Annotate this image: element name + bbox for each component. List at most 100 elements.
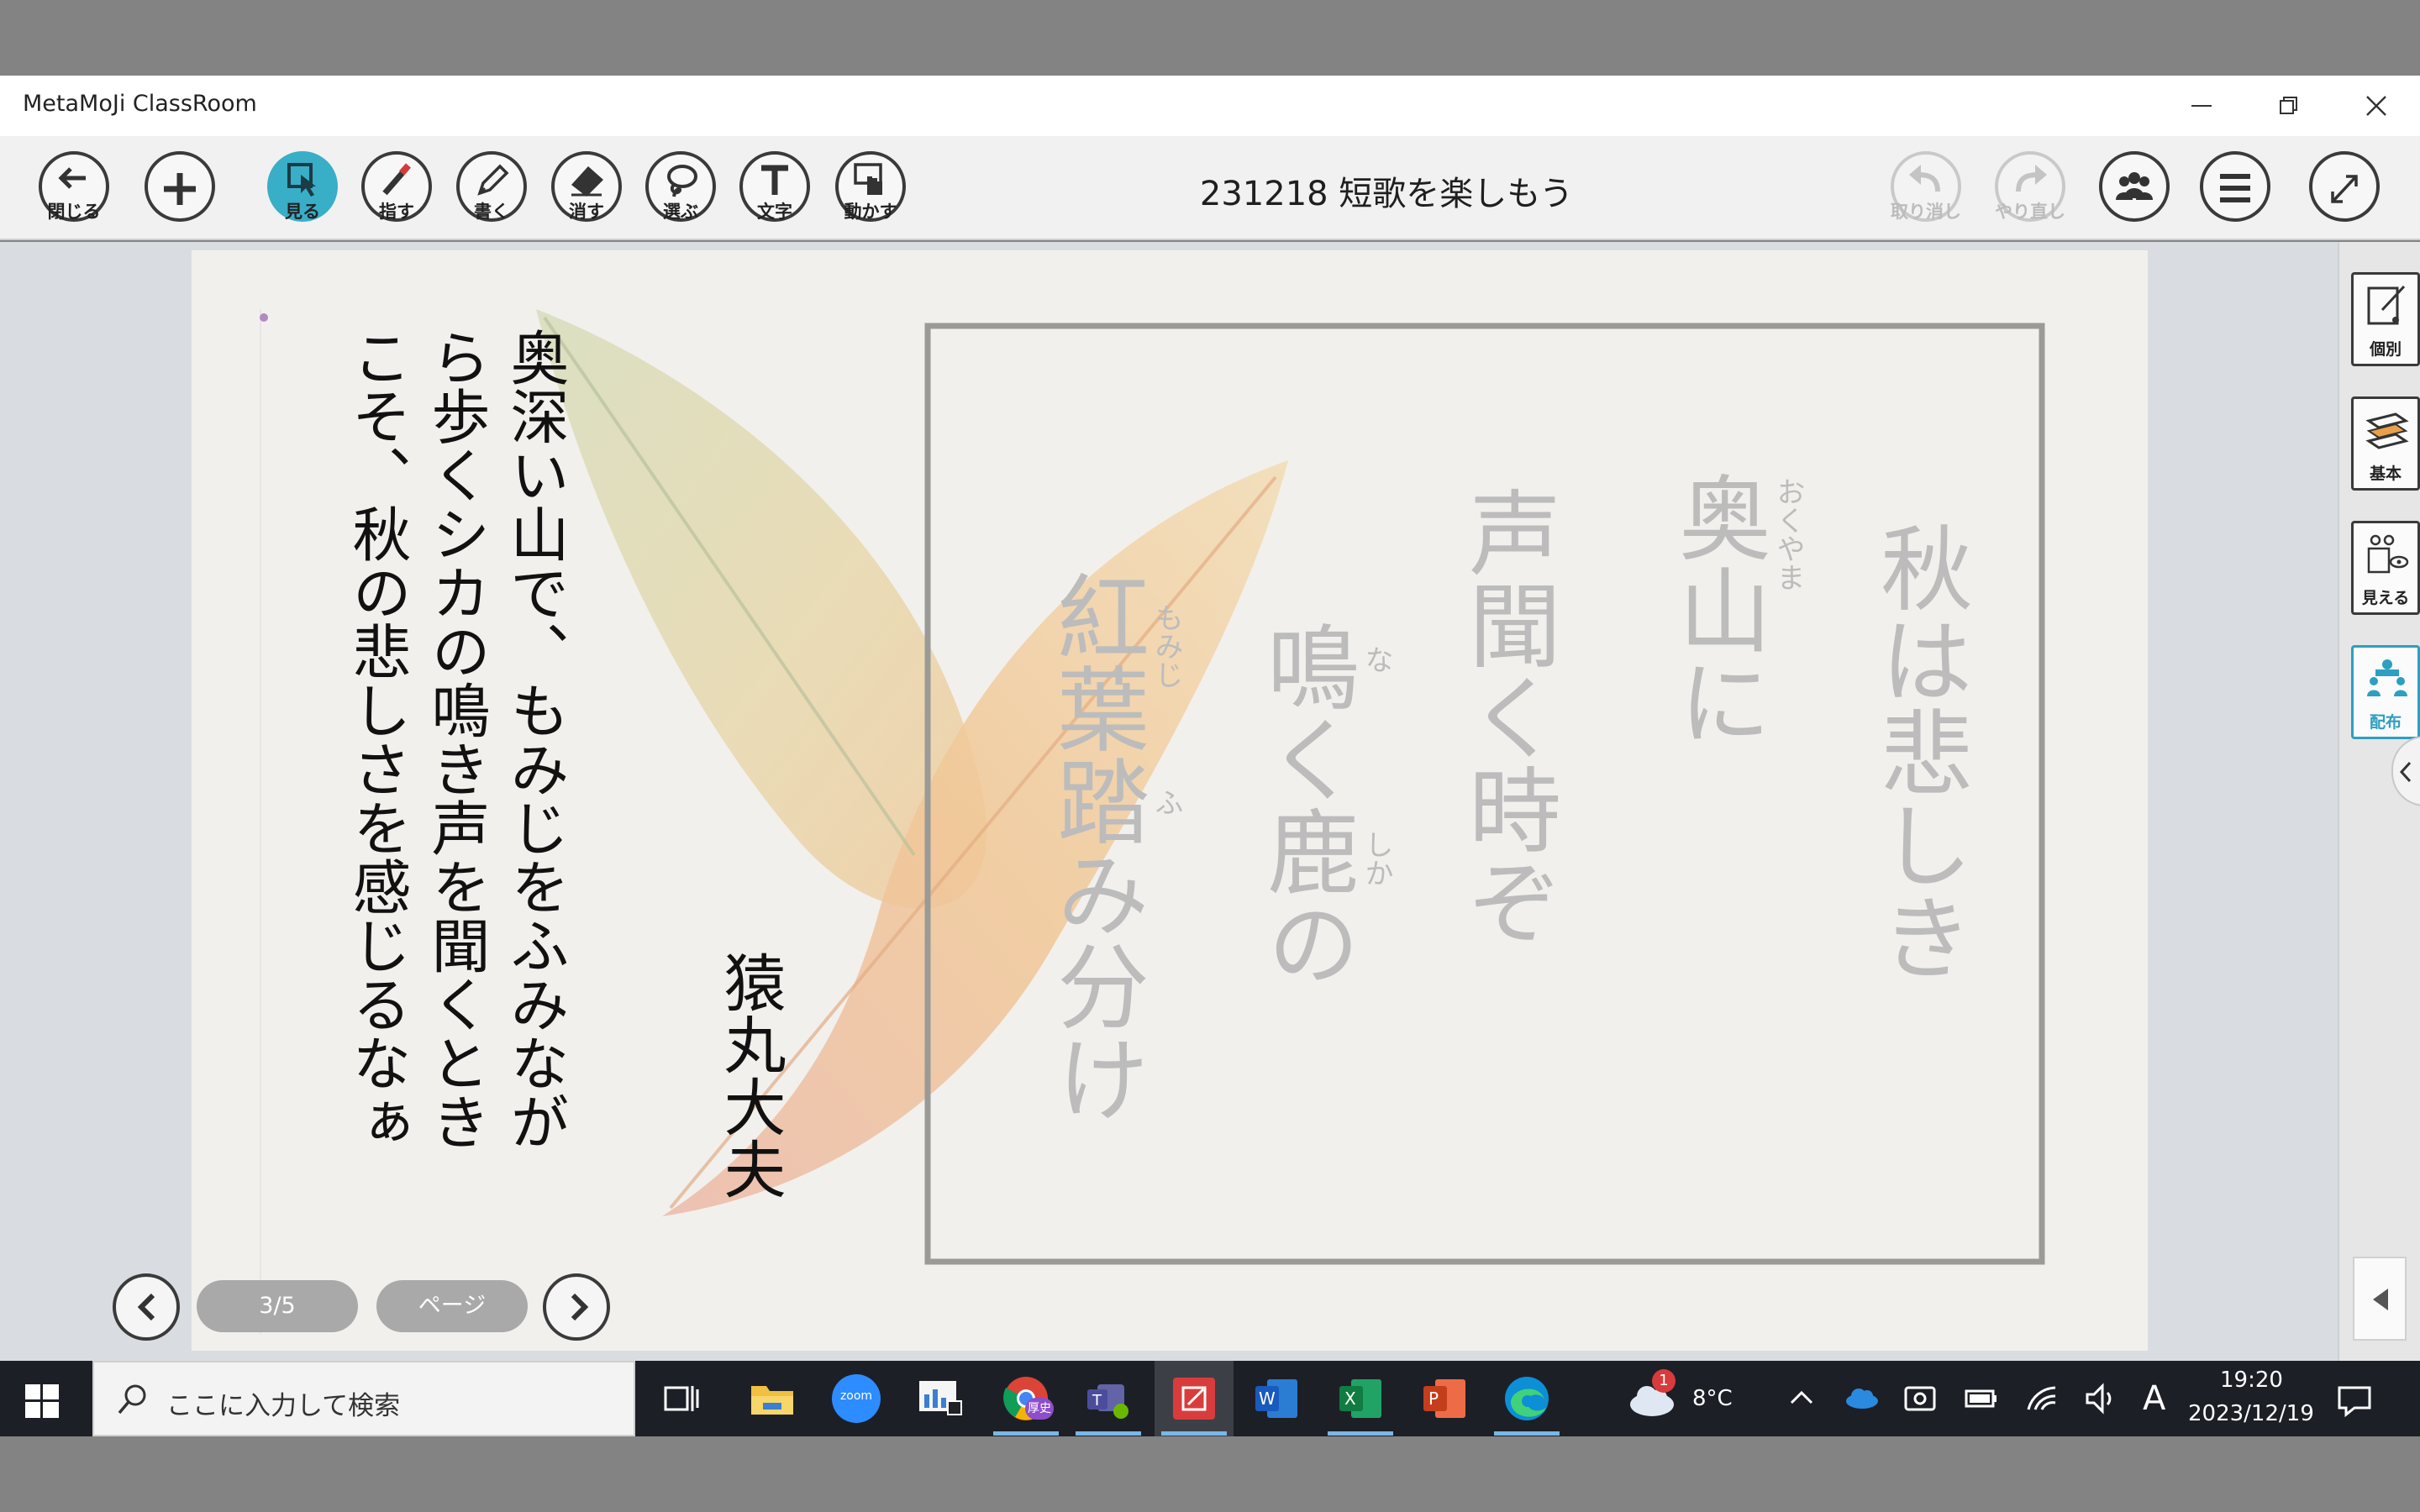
task-view-icon[interactable] <box>657 1374 706 1423</box>
right-panel: 個別 基本 見える 配布 <box>2338 242 2420 1361</box>
ruby-fu: ふ <box>1150 788 1183 816</box>
translation-line-2: ら歩くシカの鳴き声を聞くとき <box>422 328 491 1151</box>
taskbar-search-box[interactable]: ここに入力して検索 <box>92 1361 635 1436</box>
restore-button[interactable] <box>2245 76 2333 136</box>
file-explorer-icon[interactable] <box>748 1374 797 1423</box>
menu-button[interactable] <box>2200 151 2270 222</box>
edge-icon[interactable] <box>1502 1374 1551 1423</box>
basic-layer-button[interactable]: 基本 <box>2351 396 2420 491</box>
metamoji-taskbar-button[interactable] <box>1155 1361 1234 1436</box>
move-tool-button[interactable]: 動かす <box>835 151 906 222</box>
start-button[interactable] <box>25 1384 59 1418</box>
teams-icon[interactable]: T <box>1084 1374 1133 1423</box>
previous-page-button[interactable] <box>113 1273 180 1341</box>
side-panel-toggle[interactable] <box>2353 1257 2407 1341</box>
notifications-icon[interactable] <box>2336 1374 2373 1423</box>
undo-icon <box>1909 165 1940 192</box>
minimize-button[interactable] <box>2158 76 2245 136</box>
write-tool-button[interactable]: 書く <box>456 151 527 222</box>
note-page[interactable]: 奥深い山で、もみじをふみなが ら歩くシカの鳴き声を聞くとき こそ、秋の悲しさを感… <box>192 250 2148 1351</box>
individual-label: 個別 <box>2369 340 2402 359</box>
clock-time[interactable]: 19:20 <box>2220 1368 2283 1393</box>
ruby-shika: しか <box>1360 830 1393 887</box>
panel-collapse-handle[interactable] <box>2391 736 2420 806</box>
basic-label: 基本 <box>2369 465 2402 483</box>
screen: MetaMoJi ClassRoom 閉じる 見る 指す 書く 消す 選ぶ 文字… <box>0 0 2420 1512</box>
word-icon[interactable]: W <box>1252 1374 1301 1423</box>
fullscreen-button[interactable] <box>2309 151 2380 222</box>
pen-dot <box>260 313 268 322</box>
page-indicator: 3/5 <box>197 1280 358 1332</box>
poem-line-4: 鳴く鹿の <box>1251 620 1359 990</box>
clock-date[interactable]: 2023/12/19 <box>2188 1401 2314 1426</box>
chrome-icon[interactable]: 厚史 <box>1002 1374 1054 1423</box>
close-window-button[interactable] <box>2333 76 2420 136</box>
svg-text:P: P <box>1428 1389 1439 1409</box>
zoom-app-icon[interactable]: zoom <box>832 1374 881 1423</box>
visible-button[interactable]: 見える <box>2351 521 2420 615</box>
battery-icon[interactable] <box>1963 1374 2000 1423</box>
individual-layer-button[interactable]: 個別 <box>2351 272 2420 366</box>
view-tool-button[interactable]: 見る <box>267 151 338 222</box>
add-button[interactable] <box>145 151 215 222</box>
chevron-right-icon <box>571 1293 589 1321</box>
distribute-button[interactable]: 配布 <box>2351 645 2420 739</box>
metamoji-app-icon <box>1173 1378 1215 1420</box>
close-label: 閉じる <box>47 202 101 222</box>
excel-icon[interactable]: X <box>1336 1374 1385 1423</box>
chevron-left-small-icon <box>2399 761 2412 783</box>
powerpoint-icon[interactable]: P <box>1420 1374 1469 1423</box>
select-label: 選ぶ <box>663 202 698 222</box>
lasso-icon <box>667 165 697 197</box>
excel-running-indicator <box>1328 1431 1393 1436</box>
text-tool-button[interactable]: 文字 <box>739 151 810 222</box>
next-page-button[interactable] <box>543 1273 610 1341</box>
chevron-left-icon <box>137 1293 155 1321</box>
ime-indicator[interactable]: A <box>2143 1379 2165 1418</box>
dashboard-app-icon[interactable] <box>916 1374 965 1423</box>
visible-label: 見える <box>2361 589 2410 607</box>
text-label: 文字 <box>757 202 792 222</box>
svg-text:T: T <box>1092 1392 1102 1410</box>
chrome-profile-badge: 厚史 <box>1025 1398 1054 1420</box>
move-label: 動かす <box>844 202 897 222</box>
show-hidden-icons-chevron-icon[interactable] <box>1786 1374 1817 1423</box>
text-t-icon <box>761 165 788 195</box>
security-app-icon[interactable] <box>1902 1374 1939 1423</box>
erase-label: 消す <box>569 202 604 222</box>
volume-icon[interactable] <box>2082 1374 2119 1423</box>
members-button[interactable] <box>2099 151 2170 222</box>
page-button[interactable]: ページ <box>376 1280 528 1332</box>
undo-button[interactable]: 取り消し <box>1891 151 1961 222</box>
close-document-button[interactable]: 閉じる <box>39 151 109 222</box>
layers-icon <box>2365 412 2409 449</box>
redo-button[interactable]: やり直し <box>1995 151 2065 222</box>
redo-label: やり直し <box>1995 202 2065 222</box>
chrome-running-indicator <box>993 1431 1059 1436</box>
toolbar: 閉じる 見る 指す 書く 消す 選ぶ 文字 動かす 231218 短歌を楽しもう… <box>0 136 2420 240</box>
pencil-icon <box>477 164 509 196</box>
author-name: 猿丸大夫 <box>713 951 786 1200</box>
edge-running-indicator <box>1494 1431 1560 1436</box>
zoom-label: zoom <box>839 1389 873 1403</box>
redo-icon <box>2016 165 2047 192</box>
triangle-left-icon <box>2373 1289 2388 1310</box>
undo-label: 取り消し <box>1891 202 1961 222</box>
point-tool-button[interactable]: 指す <box>361 151 432 222</box>
pointer-pen-icon <box>382 163 411 196</box>
title-bar: MetaMoJi ClassRoom <box>0 76 2420 136</box>
erase-tool-button[interactable]: 消す <box>551 151 622 222</box>
wifi-icon[interactable] <box>2023 1374 2060 1423</box>
minimize-icon <box>2191 105 2212 107</box>
ruby-okuyama: おくやま <box>1771 477 1805 591</box>
distribute-label: 配布 <box>2369 713 2402 732</box>
select-tool-button[interactable]: 選ぶ <box>645 151 716 222</box>
translation-line-3: こそ、秋の悲しさを感じるなぁ <box>343 328 412 1151</box>
restore-icon <box>2280 97 2297 114</box>
individual-note-icon <box>2367 285 2406 325</box>
back-arrow-icon <box>58 167 86 189</box>
onedrive-icon[interactable] <box>1844 1374 1881 1423</box>
taskbar: ここに入力して検索 zoom 厚史 T W X P 1 8°C A 19:20 … <box>0 1361 2420 1436</box>
plus-icon <box>164 173 196 205</box>
translation-line-1: 奥深い山で、もみじをふみなが <box>501 328 570 1151</box>
